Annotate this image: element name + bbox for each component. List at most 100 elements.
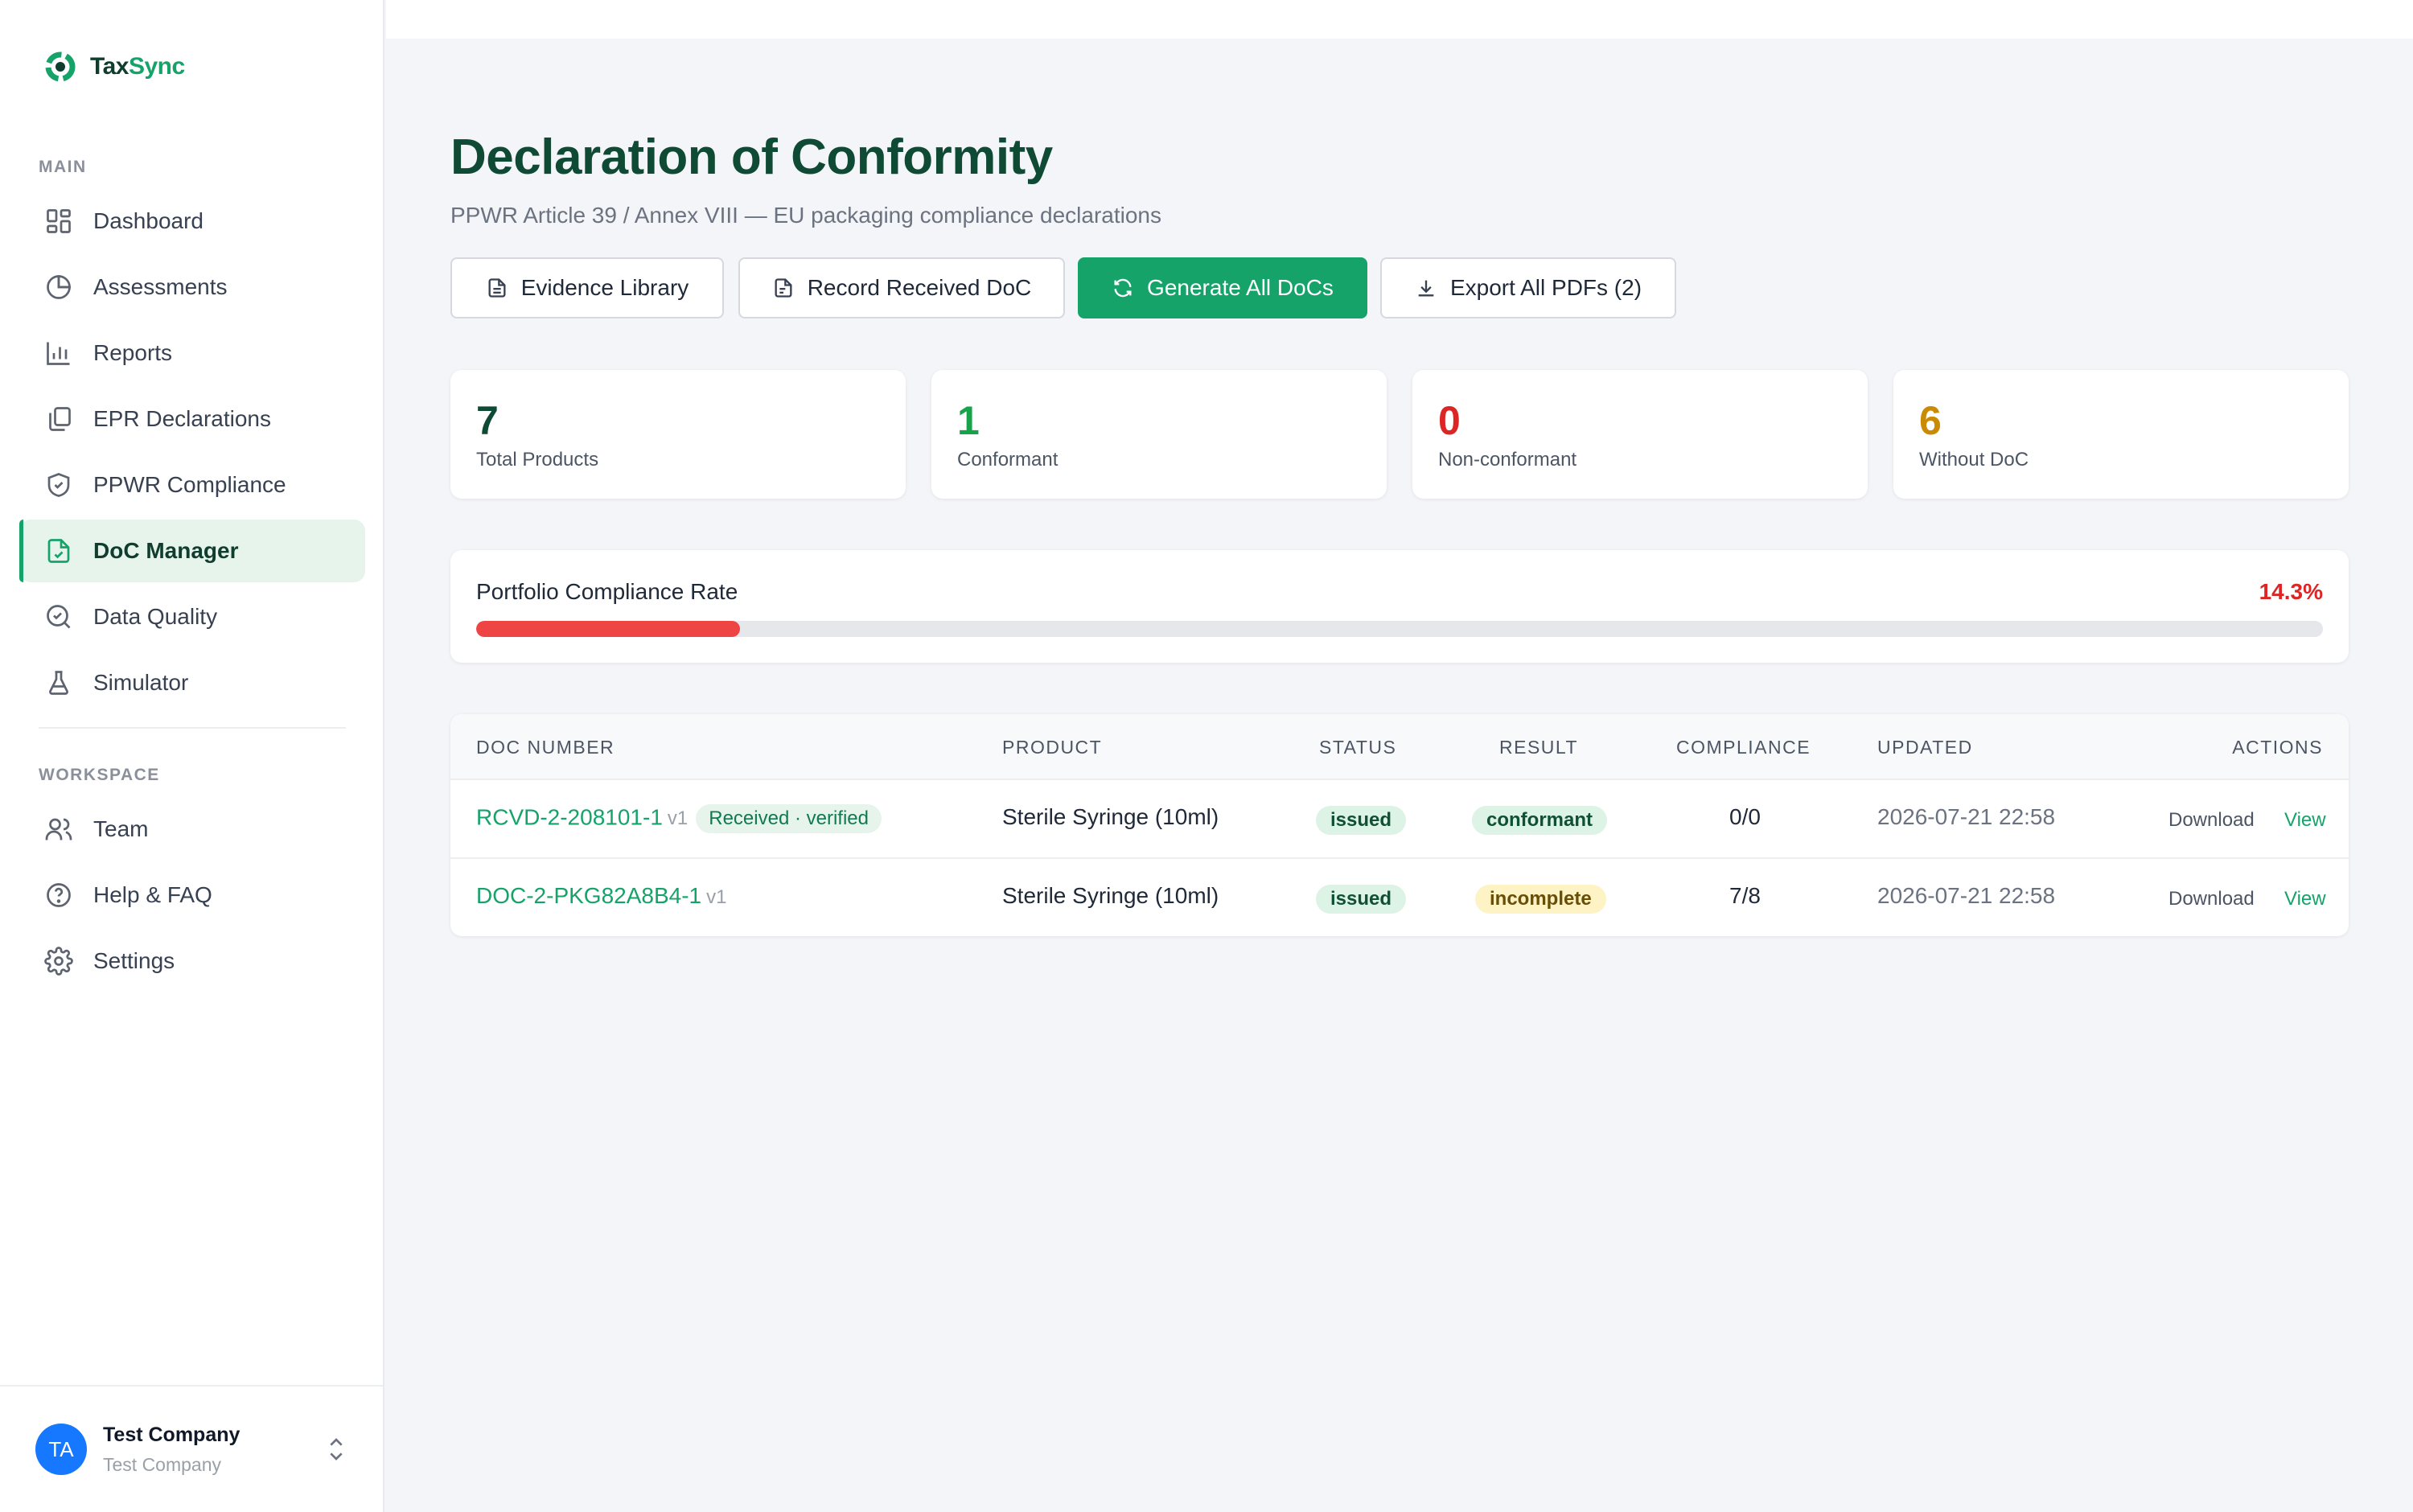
doc-version: v1 <box>667 807 689 830</box>
sidebar-item-help-faq[interactable]: Help & FAQ <box>19 864 365 927</box>
compliance-cell: 0/0 <box>1729 804 1761 829</box>
gear-icon <box>43 946 74 976</box>
sidebar-item-data-quality[interactable]: Data Quality <box>19 585 365 648</box>
stat-label: Non-conformant <box>1438 449 1577 470</box>
product-cell: Sterile Syringe (10ml) <box>1002 804 1219 829</box>
download-link[interactable]: Download <box>2168 888 2255 910</box>
avatar: TA <box>35 1424 87 1475</box>
stat-label: Without DoC <box>1919 449 2029 470</box>
doc-number-cell: RCVD-2-208101-1 v1 Received · verified <box>476 804 882 833</box>
compliance-progress-track <box>476 621 2323 637</box>
sidebar-item-label: PPWR Compliance <box>93 472 286 497</box>
button-label: Record Received DoC <box>807 275 1032 300</box>
column-header-doc-number[interactable]: DOC NUMBER <box>476 737 615 758</box>
view-link[interactable]: View <box>2284 888 2326 910</box>
result-badge: conformant <box>1472 806 1607 835</box>
top-bar <box>386 0 2413 39</box>
column-header-product[interactable]: PRODUCT <box>1002 737 1102 758</box>
column-header-status[interactable]: STATUS <box>1319 737 1396 758</box>
sidebar-item-simulator[interactable]: Simulator <box>19 651 365 714</box>
evidence-library-button[interactable]: Evidence Library <box>450 257 724 318</box>
brand-name: TaxSync <box>90 53 185 80</box>
shield-check-icon <box>43 470 74 500</box>
stat-label: Total Products <box>476 449 599 470</box>
sidebar-item-label: Reports <box>93 340 173 365</box>
sidebar-item-assessments[interactable]: Assessments <box>19 256 365 318</box>
refresh-icon <box>1114 278 1132 298</box>
button-label: Export All PDFs (2) <box>1449 275 1642 300</box>
button-label: Generate All DoCs <box>1147 275 1334 300</box>
compliance-rate-label: Portfolio Compliance Rate <box>476 579 738 604</box>
doc-number-link[interactable]: DOC-2-PKG82A8B4-1 <box>476 883 701 908</box>
compliance-rate-card: Portfolio Compliance Rate 14.3% <box>450 550 2349 663</box>
sidebar-item-label: Data Quality <box>93 604 218 629</box>
doc-version: v1 <box>706 886 727 908</box>
doc-number-cell: DOC-2-PKG82A8B4-1 v1 <box>476 883 726 909</box>
stat-card-non-conformant: 0 Non-conformant <box>1412 370 1868 499</box>
sidebar-item-team[interactable]: Team <box>19 798 365 861</box>
file-text-icon <box>488 278 506 298</box>
users-icon <box>43 814 74 844</box>
sidebar-item-epr-declarations[interactable]: EPR Declarations <box>19 388 365 450</box>
user-switcher[interactable]: TA Test Company Test Company <box>0 1385 383 1512</box>
download-icon <box>1418 280 1434 297</box>
sidebar-item-label: Simulator <box>93 670 189 695</box>
stat-label: Conformant <box>957 449 1059 470</box>
stat-card-without-doc: 6 Without DoC <box>1893 370 2349 499</box>
column-header-compliance[interactable]: COMPLIANCE <box>1676 737 1811 758</box>
section-label-main: MAIN <box>39 158 87 176</box>
column-header-result[interactable]: RESULT <box>1499 737 1578 758</box>
help-circle-icon <box>43 880 74 910</box>
page-subtitle: PPWR Article 39 / Annex VIII — EU packag… <box>450 203 1161 228</box>
record-received-doc-button[interactable]: Record Received DoC <box>738 257 1065 318</box>
stat-value: 1 <box>957 398 980 443</box>
compliance-cell: 7/8 <box>1729 883 1761 908</box>
product-cell: Sterile Syringe (10ml) <box>1002 883 1219 908</box>
grid-icon <box>43 206 74 236</box>
stat-value: 7 <box>476 398 499 443</box>
column-header-actions: ACTIONS <box>2232 737 2323 758</box>
logo[interactable]: TaxSync <box>42 48 185 85</box>
pie-chart-icon <box>43 272 74 302</box>
table-header: DOC NUMBER PRODUCT STATUS RESULT COMPLIA… <box>450 714 2349 780</box>
taxsync-logo-icon <box>45 51 76 82</box>
copy-icon <box>43 404 74 434</box>
compliance-rate-value: 14.3% <box>2259 579 2323 604</box>
updated-cell: 2026-07-21 22:58 <box>1877 883 2056 908</box>
sidebar: TaxSync MAIN Dashboard Assessments Repor… <box>0 0 384 1512</box>
generate-all-docs-button[interactable]: Generate All DoCs <box>1078 257 1367 318</box>
sidebar-item-doc-manager[interactable]: DoC Manager <box>19 520 365 582</box>
stat-value: 6 <box>1919 398 1942 443</box>
button-label: Evidence Library <box>520 275 689 300</box>
file-check-icon <box>43 536 74 566</box>
sidebar-item-dashboard[interactable]: Dashboard <box>19 190 365 253</box>
status-badge: issued <box>1316 885 1407 914</box>
table-row: DOC-2-PKG82A8B4-1 v1 Sterile Syringe (10m… <box>450 857 2349 935</box>
sidebar-divider <box>39 727 346 729</box>
user-name: Test Company <box>103 1424 240 1446</box>
flask-icon <box>43 668 74 698</box>
bar-chart-icon <box>43 338 74 368</box>
sidebar-item-label: Help & FAQ <box>93 882 212 907</box>
updated-cell: 2026-07-21 22:58 <box>1877 804 2056 829</box>
doc-table: DOC NUMBER PRODUCT STATUS RESULT COMPLIA… <box>450 714 2349 936</box>
table-row: RCVD-2-208101-1 v1 Received · verified Ste… <box>450 780 2349 857</box>
doc-number-link[interactable]: RCVD-2-208101-1 <box>476 804 663 829</box>
result-badge: incomplete <box>1475 885 1606 914</box>
sidebar-item-reports[interactable]: Reports <box>19 322 365 384</box>
sidebar-item-settings[interactable]: Settings <box>19 930 365 992</box>
chevron-up-down-icon[interactable] <box>323 1433 349 1465</box>
column-header-updated[interactable]: UPDATED <box>1877 737 1973 758</box>
stat-card-conformant: 1 Conformant <box>931 370 1387 499</box>
sidebar-item-label: DoC Manager <box>93 538 239 563</box>
export-all-pdfs-button[interactable]: Export All PDFs (2) <box>1380 257 1676 318</box>
sidebar-item-ppwr-compliance[interactable]: PPWR Compliance <box>19 454 365 516</box>
sidebar-item-label: EPR Declarations <box>93 406 271 431</box>
status-badge: issued <box>1316 806 1407 835</box>
page-title: Declaration of Conformity <box>450 129 1053 185</box>
download-link[interactable]: Download <box>2168 809 2255 832</box>
view-link[interactable]: View <box>2284 809 2326 832</box>
stat-card-total-products: 7 Total Products <box>450 370 906 499</box>
sidebar-item-label: Team <box>93 816 149 841</box>
received-verified-badge: Received · verified <box>696 804 882 833</box>
